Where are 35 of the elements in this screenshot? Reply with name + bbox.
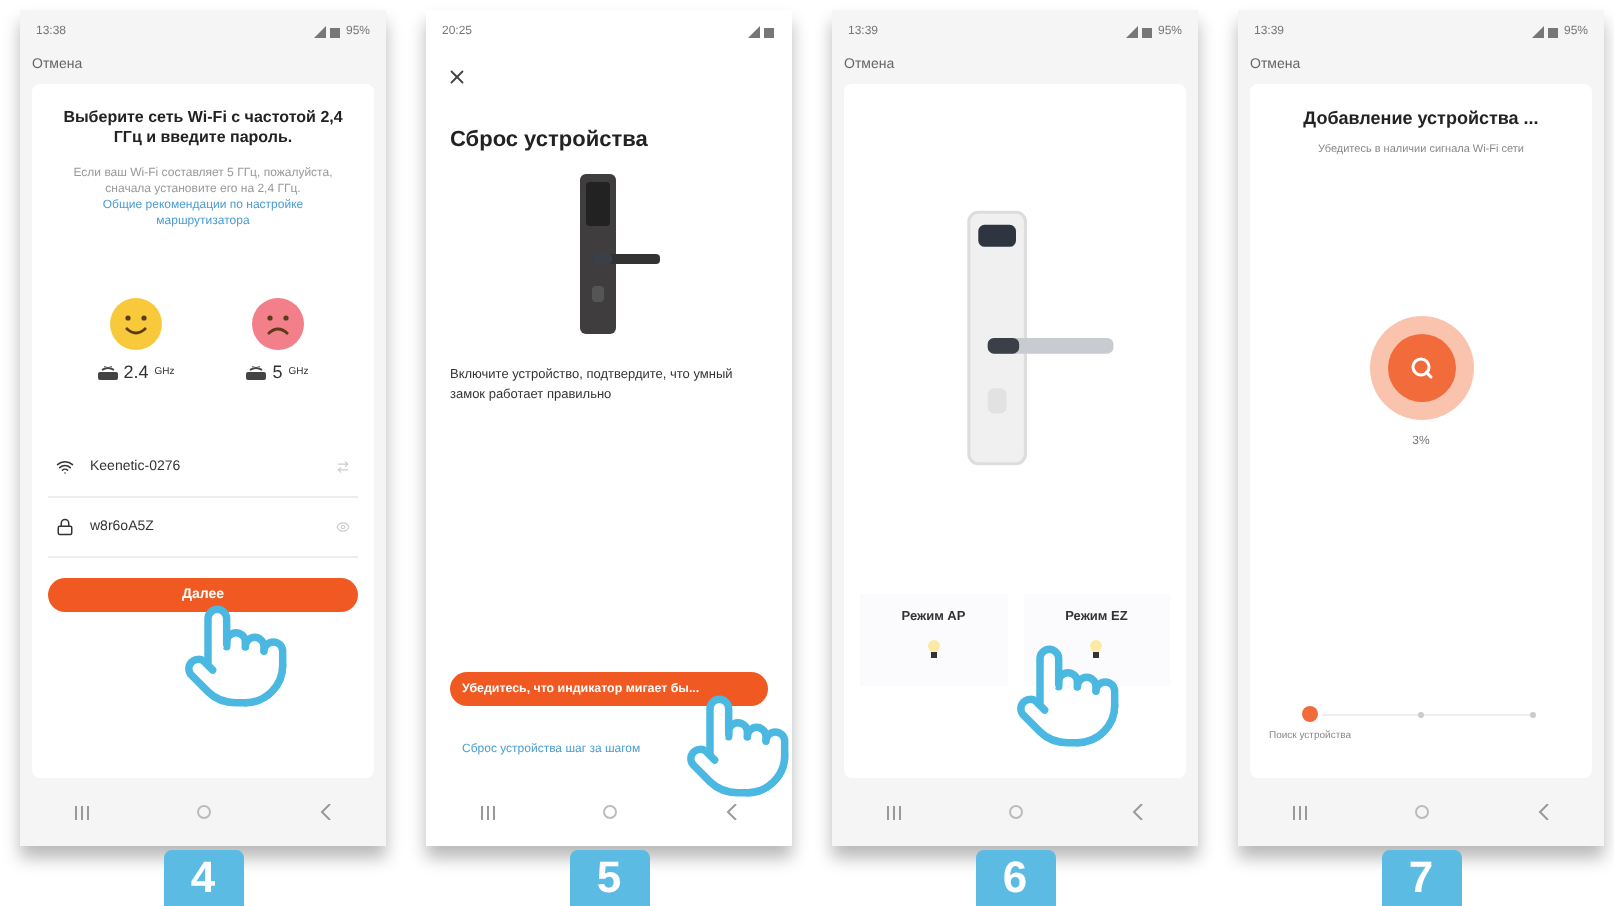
bulb-icon bbox=[927, 640, 940, 658]
screen-title: Выберите сеть Wi-Fi с частотой 2,4 ГГц и введите пароль. bbox=[61, 108, 345, 150]
signal-icon bbox=[1125, 26, 1154, 38]
step-number: 6 bbox=[975, 850, 1055, 906]
eye-icon[interactable] bbox=[336, 520, 350, 535]
hand-pointer-icon bbox=[180, 600, 292, 712]
router-icon bbox=[246, 365, 267, 380]
screen-title: Добавление устройства ... bbox=[1303, 108, 1539, 132]
hand-pointer-icon bbox=[1012, 640, 1124, 752]
back-icon[interactable] bbox=[1132, 804, 1145, 820]
recent-apps-icon[interactable] bbox=[73, 805, 90, 819]
swap-icon[interactable] bbox=[336, 460, 350, 475]
step-number: 7 bbox=[1381, 850, 1461, 906]
lock-icon bbox=[56, 518, 74, 537]
home-icon[interactable] bbox=[1414, 804, 1431, 820]
back-icon[interactable] bbox=[320, 804, 333, 820]
back-icon[interactable] bbox=[1538, 804, 1551, 820]
step-number: 5 bbox=[569, 850, 649, 906]
signal-icon bbox=[313, 26, 342, 38]
router-icon bbox=[97, 365, 118, 380]
recent-apps-icon[interactable] bbox=[479, 805, 496, 819]
recent-apps-icon[interactable] bbox=[1291, 805, 1308, 819]
signal-icon bbox=[1531, 26, 1560, 38]
wifi-icon bbox=[56, 458, 74, 477]
recent-apps-icon[interactable] bbox=[885, 805, 902, 819]
home-icon[interactable] bbox=[196, 804, 213, 820]
home-icon[interactable] bbox=[602, 804, 619, 820]
screen-title: Сброс устройства bbox=[450, 126, 650, 155]
close-icon[interactable] bbox=[446, 66, 468, 88]
home-icon[interactable] bbox=[1008, 804, 1025, 820]
bulb-icon bbox=[1090, 640, 1103, 658]
step-number: 4 bbox=[163, 850, 243, 906]
back-icon[interactable] bbox=[726, 804, 739, 820]
search-icon bbox=[1387, 333, 1455, 402]
signal-icon bbox=[748, 26, 776, 38]
